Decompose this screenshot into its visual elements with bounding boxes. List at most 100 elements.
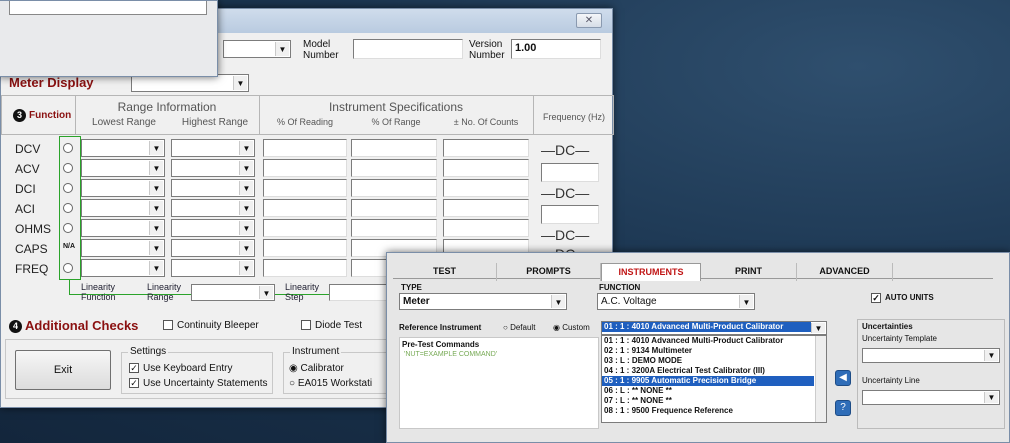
percent-reading-field[interactable] xyxy=(263,219,347,237)
highest-range-dropdown[interactable]: ▼ xyxy=(171,139,255,157)
percent-range-field[interactable] xyxy=(351,179,437,197)
list-scrollbar[interactable] xyxy=(815,336,826,422)
uncertainty-template-dropdown[interactable]: ▼ xyxy=(862,348,1000,363)
uncertainty-statements-checkbox[interactable]: ✓ Use Uncertainty Statements xyxy=(129,378,268,389)
help-icon[interactable]: ? xyxy=(835,400,851,416)
highest-range-dropdown[interactable]: ▼ xyxy=(171,239,255,257)
counts-field[interactable] xyxy=(443,179,529,197)
reference-instrument-dropdown[interactable]: 01 : 1 : 4010 Advanced Multi-Product Cal… xyxy=(601,321,827,335)
instrument-list-item[interactable]: 05 : 1 : 9905 Automatic Precision Bridge xyxy=(602,376,814,386)
chevron-down-icon[interactable]: ▼ xyxy=(239,261,253,275)
chevron-down-icon[interactable]: ▼ xyxy=(239,201,253,215)
chevron-down-icon[interactable]: ▼ xyxy=(275,42,289,56)
percent-reading-field[interactable] xyxy=(263,139,347,157)
uncertainty-line-dropdown[interactable]: ▼ xyxy=(862,390,1000,405)
lowest-range-dropdown[interactable]: ▼ xyxy=(81,179,165,197)
continuity-checkbox[interactable]: Continuity Bleeper xyxy=(163,320,259,331)
tab-instruments[interactable]: INSTRUMENTS xyxy=(601,263,701,281)
add-arrow-icon[interactable]: ◀ xyxy=(835,370,851,386)
linearity-step-field[interactable] xyxy=(329,284,389,301)
chevron-down-icon[interactable]: ▼ xyxy=(239,241,253,255)
chevron-down-icon[interactable]: ▼ xyxy=(149,241,163,255)
tab-test[interactable]: TEST xyxy=(393,263,497,281)
model-number-field[interactable] xyxy=(353,39,463,59)
chevron-down-icon[interactable]: ▼ xyxy=(149,161,163,175)
checkmark-icon[interactable]: ✓ xyxy=(871,293,881,303)
chevron-down-icon[interactable]: ▼ xyxy=(149,221,163,235)
percent-range-field[interactable] xyxy=(351,219,437,237)
instrument-list-item[interactable]: 03 : L : DEMO MODE xyxy=(602,356,814,366)
tab-print[interactable]: PRINT xyxy=(701,263,797,281)
chevron-down-icon[interactable]: ▼ xyxy=(149,181,163,195)
close-button[interactable]: ✕ xyxy=(576,13,602,28)
instrument-list-item[interactable]: 02 : 1 : 9134 Multimeter xyxy=(602,346,814,356)
lowest-range-dropdown[interactable]: ▼ xyxy=(81,139,165,157)
diode-test-checkbox[interactable]: Diode Test xyxy=(301,320,362,331)
pretest-commands-box[interactable]: Pre-Test Commands 'NUT=EXAMPLE COMMAND' xyxy=(399,337,599,429)
instrument-list-item[interactable]: 07 : L : ** NONE ** xyxy=(602,396,814,406)
auto-units-checkbox[interactable]: ✓ AUTO UNITS xyxy=(871,293,934,303)
highest-range-dropdown[interactable]: ▼ xyxy=(171,199,255,217)
lowest-range-dropdown[interactable]: ▼ xyxy=(81,199,165,217)
lowest-range-dropdown[interactable]: ▼ xyxy=(81,219,165,237)
highest-range-dropdown[interactable]: ▼ xyxy=(171,179,255,197)
function-radio[interactable] xyxy=(63,183,73,193)
meter-type-dropdown[interactable]: ▼ xyxy=(223,40,291,58)
percent-range-field[interactable] xyxy=(351,159,437,177)
percent-range-field[interactable] xyxy=(351,199,437,217)
function-radio[interactable] xyxy=(63,143,73,153)
chevron-down-icon[interactable]: ▼ xyxy=(239,221,253,235)
checkmark-icon[interactable]: ✓ xyxy=(129,378,139,389)
frequency-field-acv[interactable] xyxy=(541,163,599,182)
percent-reading-field[interactable] xyxy=(263,199,347,217)
frequency-field-aci[interactable] xyxy=(541,205,599,224)
percent-reading-field[interactable] xyxy=(263,179,347,197)
percent-reading-field[interactable] xyxy=(263,239,347,257)
chevron-down-icon[interactable]: ▼ xyxy=(239,141,253,155)
instrument-list-item[interactable]: 08 : 1 : 9500 Frequence Reference xyxy=(602,406,814,416)
instrument-list[interactable]: 01 : 1 : 4010 Advanced Multi-Product Cal… xyxy=(601,335,827,423)
lowest-range-dropdown[interactable]: ▼ xyxy=(81,239,165,257)
function-dropdown[interactable]: A.C. Voltage ▼ xyxy=(597,293,755,310)
checkbox-icon[interactable] xyxy=(301,320,311,331)
highest-range-dropdown[interactable]: ▼ xyxy=(171,159,255,177)
chevron-down-icon[interactable]: ▼ xyxy=(984,392,998,403)
percent-range-field[interactable] xyxy=(351,139,437,157)
default-radio[interactable]: ○ Default xyxy=(503,323,535,332)
chevron-down-icon[interactable]: ▼ xyxy=(149,261,163,275)
chevron-down-icon[interactable]: ▼ xyxy=(149,201,163,215)
keyboard-entry-checkbox[interactable]: ✓ Use Keyboard Entry xyxy=(129,363,233,374)
counts-field[interactable] xyxy=(443,159,529,177)
counts-field[interactable] xyxy=(443,219,529,237)
checkbox-icon[interactable] xyxy=(163,320,173,331)
highest-range-dropdown[interactable]: ▼ xyxy=(171,219,255,237)
workstation-radio[interactable]: ○ EA015 Workstati xyxy=(289,378,387,389)
tab-advanced[interactable]: ADVANCED xyxy=(797,263,893,281)
percent-reading-field[interactable] xyxy=(263,259,347,277)
custom-radio[interactable]: ◉ Custom xyxy=(553,323,590,332)
type-dropdown[interactable]: Meter ▼ xyxy=(399,293,567,310)
counts-field[interactable] xyxy=(443,199,529,217)
chevron-down-icon[interactable]: ▼ xyxy=(551,295,565,308)
chevron-down-icon[interactable]: ▼ xyxy=(149,141,163,155)
chevron-down-icon[interactable]: ▼ xyxy=(259,286,273,299)
chevron-down-icon[interactable]: ▼ xyxy=(739,295,753,308)
calibrator-radio[interactable]: ◉ Calibrator xyxy=(289,363,344,374)
tab-prompts[interactable]: PROMPTS xyxy=(497,263,601,281)
chevron-down-icon[interactable]: ▼ xyxy=(233,76,247,90)
instrument-list-item[interactable]: 06 : L : ** NONE ** xyxy=(602,386,814,396)
version-number-field[interactable]: 1.00 xyxy=(511,39,601,59)
highest-range-dropdown[interactable]: ▼ xyxy=(171,259,255,277)
chevron-down-icon[interactable]: ▼ xyxy=(811,323,825,333)
function-radio[interactable] xyxy=(63,263,73,273)
instrument-list-item[interactable]: 04 : 1 : 3200A Electrical Test Calibrato… xyxy=(602,366,814,376)
lowest-range-dropdown[interactable]: ▼ xyxy=(81,259,165,277)
function-radio[interactable] xyxy=(63,163,73,173)
percent-reading-field[interactable] xyxy=(263,159,347,177)
checkmark-icon[interactable]: ✓ xyxy=(129,363,139,374)
instrument-list-item[interactable]: 01 : 1 : 4010 Advanced Multi-Product Cal… xyxy=(602,336,814,346)
lowest-range-dropdown[interactable]: ▼ xyxy=(81,159,165,177)
linearity-range-dropdown[interactable]: ▼ xyxy=(191,284,275,301)
exit-button[interactable]: Exit xyxy=(15,350,111,390)
function-radio[interactable] xyxy=(63,203,73,213)
